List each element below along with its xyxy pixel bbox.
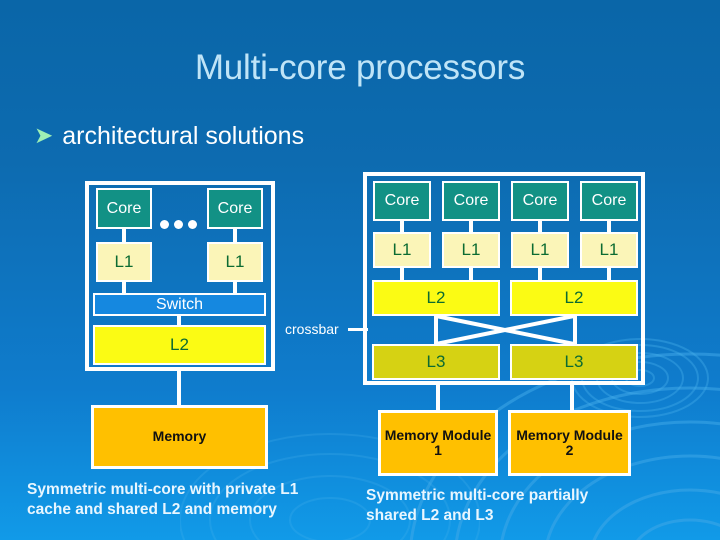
bullet-line: ➤ architectural solutions: [34, 122, 304, 151]
right-l3-1: L3: [510, 344, 638, 380]
left-ellipsis-dots: [160, 220, 197, 229]
wire-right-core1-l1: [469, 221, 473, 232]
right-core-3: Core: [580, 181, 638, 221]
slide-canvas: Multi-core processors ➤ architectural so…: [0, 0, 720, 540]
left-core-0: Core: [96, 188, 152, 229]
right-l2-1: L2: [510, 280, 638, 316]
wire-right-core0-l1: [400, 221, 404, 232]
wire-left-core1-l1: [233, 229, 237, 242]
wire-right-l12-l2: [538, 268, 542, 280]
left-l2: L2: [93, 325, 266, 365]
right-l1-1: L1: [442, 232, 500, 268]
left-l1-1: L1: [207, 242, 263, 282]
right-core-1: Core: [442, 181, 500, 221]
wire-right-l10-l2: [400, 268, 404, 280]
right-l2-0: L2: [372, 280, 500, 316]
right-l1-2: L1: [511, 232, 569, 268]
right-memory-module-2: Memory Module 2: [508, 410, 631, 476]
wire-right-chip-mem1: [436, 385, 440, 410]
left-l1-0: L1: [96, 242, 152, 282]
right-memory-module-1: Memory Module 1: [378, 410, 498, 476]
wire-right-chip-mem2: [570, 385, 574, 410]
wire-right-l11-l2: [469, 268, 473, 280]
right-l3-0: L3: [372, 344, 500, 380]
wire-left-core0-l1: [122, 229, 126, 242]
wire-left-chip-memory: [177, 371, 181, 405]
left-caption: Symmetric multi-core with private L1 cac…: [27, 481, 299, 519]
crossbar-label: crossbar: [285, 321, 339, 337]
page-title: Multi-core processors: [194, 48, 526, 87]
left-memory: Memory: [91, 405, 268, 469]
wire-right-l21-l31: [573, 316, 577, 344]
bullet-label: architectural solutions: [62, 122, 305, 150]
left-core-1: Core: [207, 188, 263, 229]
right-core-0: Core: [373, 181, 431, 221]
wire-right-l13-l2: [607, 268, 611, 280]
right-caption: Symmetric multi-core partially shared L2…: [366, 487, 589, 525]
wire-right-core2-l1: [538, 221, 542, 232]
right-l1-3: L1: [580, 232, 638, 268]
right-core-2: Core: [511, 181, 569, 221]
wire-switch-l2: [177, 316, 181, 325]
right-l1-0: L1: [373, 232, 431, 268]
arrow-bullet-icon: ➤: [34, 122, 54, 148]
wire-right-core3-l1: [607, 221, 611, 232]
wire-right-l20-l30: [434, 316, 438, 344]
left-switch: Switch: [93, 293, 266, 316]
